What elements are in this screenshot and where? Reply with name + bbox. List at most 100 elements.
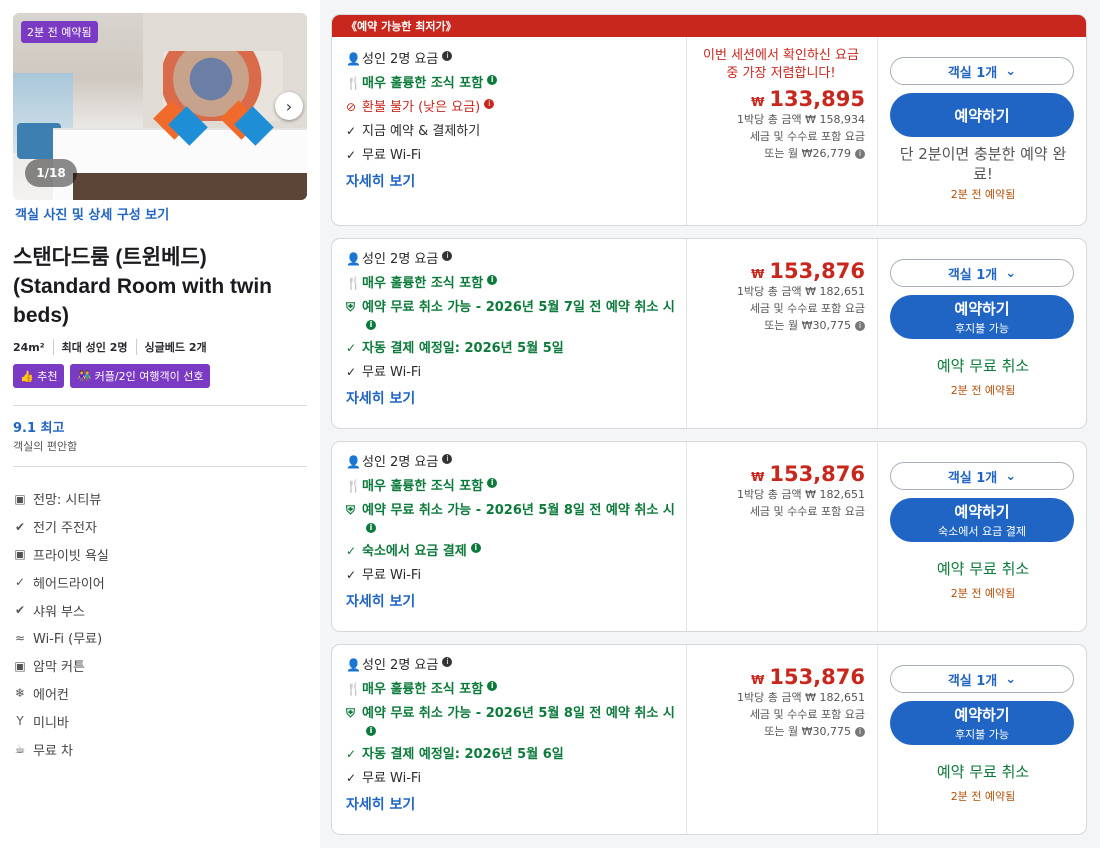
price-total: 1박당 총 금액 ₩ 182,651 xyxy=(737,488,865,501)
info-icon[interactable]: i xyxy=(470,543,481,553)
free-cancel-label: 예약 무료 취소 xyxy=(936,560,1030,578)
cocktail-icon: Y xyxy=(16,714,24,729)
book-label: 예약하기 xyxy=(954,503,1010,521)
feature-row: 🍴 매우 훌륭한 조식 포함 i xyxy=(346,478,686,495)
feature-text: 매우 훌륭한 조식 포함 xyxy=(362,479,484,494)
book-button[interactable]: 예약하기 xyxy=(890,93,1074,137)
offer-card: 《예약 가능한 최저가》 👤 성인 2명 요금 i 🍴 매우 훌륭한 조식 포함 i ⊘… xyxy=(331,14,1087,226)
feature-row: 👤 성인 2명 요금 i xyxy=(346,51,686,68)
info-icon[interactable]: i xyxy=(487,681,498,691)
price-value: 133,895 xyxy=(769,87,865,111)
feature-row: ✓ 무료 Wi-Fi xyxy=(346,567,686,584)
feature-text: 예약 무료 취소 가능 - 2026년 5월 8일 전 예약 취소 시 i xyxy=(362,502,686,536)
info-icon[interactable]: i xyxy=(442,251,453,261)
offer-price: ₩153,876 1박당 총 금액 ₩ 182,651 세금 및 수수료 포함 … xyxy=(686,645,878,834)
free-cancel-label: 예약 무료 취소 xyxy=(936,357,1030,375)
tag-couple: 👫 커플/2인 여행객이 선호 xyxy=(70,364,211,388)
details-link[interactable]: 자세히 보기 xyxy=(346,388,686,408)
offer-price: 이번 세션에서 확인하신 요금 중 가장 저렴합니다! ₩133,895 1박당… xyxy=(686,37,878,225)
no-icon: ⊘ xyxy=(346,100,357,114)
book-button[interactable]: 예약하기 후지불 가능 xyxy=(890,701,1074,745)
feature-text: 자동 결제 예정일: 2026년 5월 6일 xyxy=(362,747,564,762)
feature-text-value: 예약 무료 취소 가능 - 2026년 5월 8일 전 예약 취소 시 xyxy=(362,706,675,721)
room-count-select[interactable]: 객실 1개 ⌄ xyxy=(890,665,1074,693)
person-icon: 👤 xyxy=(346,658,361,672)
room-count-label: 객실 1개 xyxy=(947,470,998,486)
feature-text: 성인 2명 요금 xyxy=(362,252,439,267)
recent-booking: 2분 전 예약됨 xyxy=(950,188,1016,201)
tea-icon: ☕ xyxy=(14,742,26,757)
info-icon[interactable]: i xyxy=(442,454,453,464)
price-tax-note: 세금 및 수수료 포함 요금 xyxy=(749,708,865,721)
feature-row: ✓ 자동 결제 예정일: 2026년 5월 6일 xyxy=(346,746,686,763)
book-sublabel: 후지불 가능 xyxy=(954,728,1010,741)
info-icon[interactable]: i xyxy=(487,478,498,488)
details-link[interactable]: 자세히 보기 xyxy=(346,794,686,814)
info-icon[interactable]: i xyxy=(487,275,498,285)
check-icon: ✓ xyxy=(14,575,26,590)
amenity-item: ▣ 전망: 시티뷰 xyxy=(13,485,307,513)
rating-label: 객실의 편안함 xyxy=(13,440,78,453)
amenity-label: 샤워 부스 xyxy=(33,604,85,620)
price-value: 153,876 xyxy=(769,259,865,283)
bed-type: 싱글베드 2개 xyxy=(135,339,215,355)
details-link[interactable]: 자세히 보기 xyxy=(346,591,686,611)
feature-row: 👤 성인 2명 요금 i xyxy=(346,454,686,471)
feature-row: ✓ 자동 결제 예정일: 2026년 5월 5일 xyxy=(346,340,686,357)
amenity-label: 프라이빗 욕실 xyxy=(33,548,109,564)
feature-row: ⛨ 예약 무료 취소 가능 - 2026년 5월 7일 전 예약 취소 시 i xyxy=(346,299,686,333)
divider xyxy=(13,466,307,467)
max-occupancy: 최대 성인 2명 xyxy=(52,339,136,355)
info-icon[interactable]: i xyxy=(855,149,865,159)
photo-bed-base xyxy=(73,173,307,200)
info-icon[interactable]: i xyxy=(487,75,498,85)
room-count-label: 객실 1개 xyxy=(947,65,998,81)
feature-text: 예약 무료 취소 가능 - 2026년 5월 7일 전 예약 취소 시 i xyxy=(362,299,686,333)
currency-symbol: ₩ xyxy=(751,95,765,109)
room-photo[interactable]: 2분 전 예약됨 › 1/18 xyxy=(13,13,307,200)
price-total: 1박당 총 금액 ₩ 158,934 xyxy=(737,113,865,126)
book-button[interactable]: 예약하기 숙소에서 요금 결제 xyxy=(890,498,1074,542)
room-size: 24m² xyxy=(13,340,45,354)
room-count-select[interactable]: 객실 1개 ⌄ xyxy=(890,462,1074,490)
check-icon: ✓ xyxy=(346,747,357,761)
info-icon[interactable]: i xyxy=(484,99,495,109)
amenity-label: 암막 커튼 xyxy=(33,660,85,676)
room-count-select[interactable]: 객실 1개 ⌄ xyxy=(890,259,1074,287)
info-icon[interactable]: i xyxy=(442,657,453,667)
price-tax-note: 세금 및 수수료 포함 요금 xyxy=(749,505,865,518)
chevron-down-icon: ⌄ xyxy=(1005,265,1017,281)
info-icon[interactable]: i xyxy=(855,727,865,737)
info-icon[interactable]: i xyxy=(442,51,453,61)
info-icon[interactable]: i xyxy=(366,522,376,533)
feature-row: ✓ 지금 예약 & 결제하기 xyxy=(346,123,686,140)
info-icon[interactable]: i xyxy=(366,725,376,736)
feature-text-value: 예약 무료 취소 가능 - 2026년 5월 7일 전 예약 취소 시 xyxy=(362,300,675,315)
amenity-item: ❄ 에어컨 xyxy=(13,680,307,708)
bathtub-icon: ▣ xyxy=(14,547,26,562)
book-sublabel: 후지불 가능 xyxy=(954,322,1010,335)
quick-booking-note: 단 2분이면 충분한 예약 완료! xyxy=(899,145,1067,183)
offer-actions: 객실 1개 ⌄ 예약하기 숙소에서 요금 결제 예약 무료 취소 2분 전 예약됨 xyxy=(878,462,1086,601)
price: ₩153,876 xyxy=(687,665,865,689)
rating-score: 9.1 최고 xyxy=(13,421,65,436)
fork-icon: 🍴 xyxy=(346,276,361,290)
currency-symbol: ₩ xyxy=(751,267,765,281)
room-count-select[interactable]: 객실 1개 ⌄ xyxy=(890,57,1074,85)
details-link[interactable]: 자세히 보기 xyxy=(346,171,686,191)
info-icon[interactable]: i xyxy=(855,321,865,331)
chevron-down-icon: ⌄ xyxy=(1005,468,1017,484)
book-button[interactable]: 예약하기 후지불 가능 xyxy=(890,295,1074,339)
room-count-label: 객실 1개 xyxy=(947,673,998,689)
person-icon: 👤 xyxy=(346,455,361,469)
price-total: 1박당 총 금액 ₩ 182,651 xyxy=(737,691,865,704)
feature-row: 👤 성인 2명 요금 i xyxy=(346,251,686,268)
offer-price: ₩153,876 1박당 총 금액 ₩ 182,651 세금 및 수수료 포함 … xyxy=(686,239,878,428)
chevron-right-icon[interactable]: › xyxy=(275,92,303,120)
monthly-text: 또는 월 ₩30,775 xyxy=(764,725,851,738)
check-icon: ✓ xyxy=(346,341,357,355)
feature-row: 🍴 매우 훌륭한 조식 포함 i xyxy=(346,681,686,698)
info-icon[interactable]: i xyxy=(366,319,376,330)
room-photos-link[interactable]: 객실 사진 및 상세 구성 보기 xyxy=(13,204,307,223)
feature-row: ✓ 숙소에서 요금 결제 i xyxy=(346,543,686,560)
